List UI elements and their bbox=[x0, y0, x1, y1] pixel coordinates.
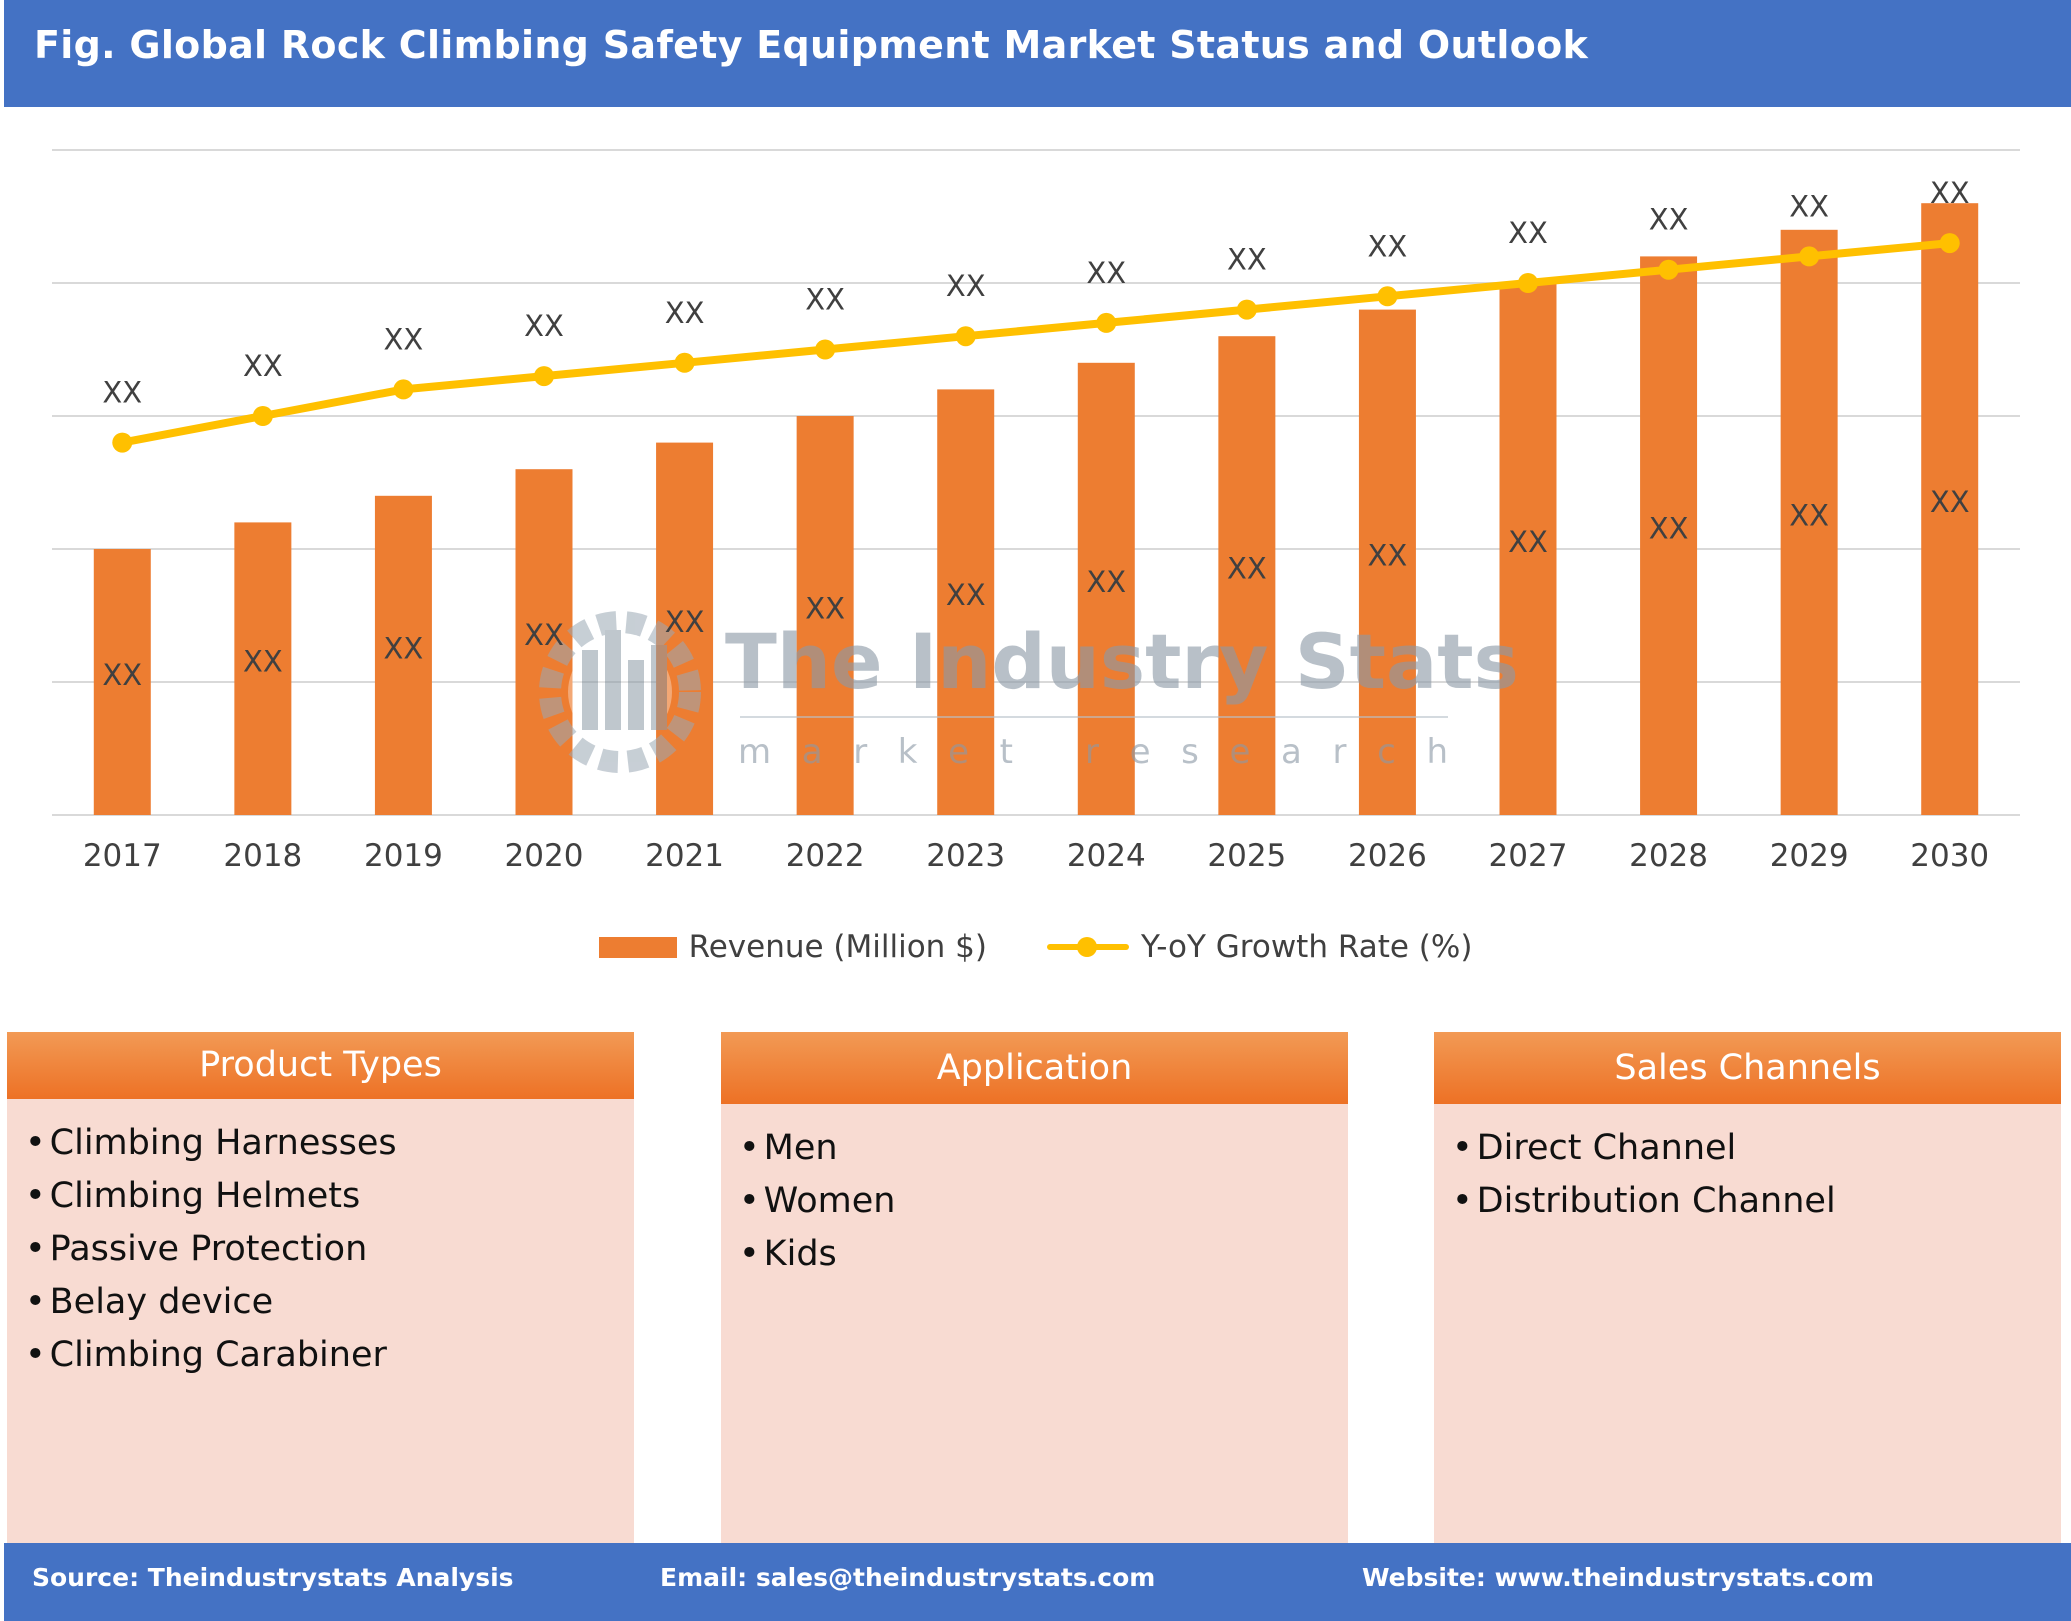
growth-rate-point bbox=[674, 352, 695, 373]
growth-rate-point bbox=[1377, 286, 1398, 307]
list-item: Climbing Harnesses bbox=[25, 1117, 634, 1170]
panel-list: Direct Channel Distribution Channel bbox=[1434, 1104, 2061, 1228]
panel-title: Application bbox=[721, 1032, 1348, 1104]
footer-email: Email: sales@theindustrystats.com bbox=[660, 1563, 1156, 1592]
x-tick-label: 2029 bbox=[1770, 838, 1849, 874]
revenue-data-label: XX bbox=[1930, 485, 1970, 519]
growth-rate-point bbox=[815, 339, 836, 360]
legend-item-growth: Y-oY Growth Rate (%) bbox=[1047, 929, 1472, 965]
growth-rate-point bbox=[1518, 273, 1538, 293]
growth-rate-data-label: XX bbox=[1368, 229, 1408, 263]
revenue-data-label: XX bbox=[1086, 565, 1126, 599]
x-tick-label: 2018 bbox=[223, 838, 302, 874]
revenue-data-label: XX bbox=[1227, 552, 1267, 586]
x-tick-label: 2020 bbox=[505, 838, 584, 874]
chart-title: Fig. Global Rock Climbing Safety Equipme… bbox=[34, 23, 1589, 67]
growth-rate-point bbox=[1096, 312, 1117, 333]
list-item: Climbing Carabiner bbox=[25, 1329, 634, 1382]
revenue-data-label: XX bbox=[1508, 525, 1548, 559]
panel-list: Climbing Harnesses Climbing Helmets Pass… bbox=[7, 1099, 634, 1382]
revenue-data-label: XX bbox=[102, 658, 142, 692]
x-tick-label: 2028 bbox=[1629, 838, 1708, 874]
list-item: Women bbox=[739, 1175, 1348, 1228]
footer-bar: Source: Theindustrystats Analysis Email:… bbox=[4, 1543, 2071, 1621]
growth-rate-point bbox=[955, 326, 976, 347]
legend-swatch-revenue bbox=[598, 936, 677, 958]
x-tick-label: 2025 bbox=[1207, 838, 1286, 874]
growth-rate-data-label: XX bbox=[1227, 243, 1267, 277]
growth-rate-point bbox=[112, 432, 133, 453]
panel-title: Product Types bbox=[7, 1032, 634, 1099]
title-bar: Fig. Global Rock Climbing Safety Equipme… bbox=[4, 0, 2071, 107]
panel-application: Application Men Women Kids bbox=[721, 1032, 1348, 1543]
footer-website: Website: www.theindustrystats.com bbox=[1362, 1563, 1875, 1592]
list-item: Belay device bbox=[25, 1276, 634, 1329]
growth-rate-point bbox=[1799, 246, 1820, 267]
list-item: Men bbox=[739, 1122, 1348, 1175]
x-axis-tick-labels: 2017 2018 2019 2020 2021 2022 2023 2024 2025 2026… bbox=[83, 838, 1989, 874]
growth-rate-data-label: XX bbox=[243, 349, 283, 383]
list-item: Passive Protection bbox=[25, 1223, 634, 1276]
growth-rate-point bbox=[1658, 259, 1679, 280]
list-item: Kids bbox=[739, 1228, 1348, 1281]
list-item: Direct Channel bbox=[1452, 1122, 2061, 1175]
legend-item-revenue: Revenue (Million $) bbox=[598, 929, 987, 965]
revenue-data-label: XX bbox=[665, 605, 705, 639]
panel-title: Sales Channels bbox=[1434, 1032, 2061, 1104]
x-tick-label: 2024 bbox=[1067, 838, 1146, 874]
growth-rate-point bbox=[1236, 299, 1257, 320]
growth-rate-data-label: XX bbox=[384, 322, 424, 356]
growth-rate-data-label: XX bbox=[665, 296, 705, 330]
list-item: Climbing Helmets bbox=[25, 1170, 634, 1223]
x-tick-label: 2027 bbox=[1489, 838, 1568, 874]
panel-sales-channels: Sales Channels Direct Channel Distributi… bbox=[1434, 1032, 2061, 1543]
x-tick-label: 2023 bbox=[926, 838, 1005, 874]
panel-product-types: Product Types Climbing Harnesses Climbin… bbox=[7, 1032, 634, 1543]
revenue-data-label: XX bbox=[524, 618, 564, 652]
chart-legend: Revenue (Million $) Y-oY Growth Rate (%) bbox=[0, 922, 2071, 972]
revenue-data-label: XX bbox=[384, 631, 424, 665]
footer-source: Source: Theindustrystats Analysis bbox=[32, 1563, 514, 1592]
legend-label-growth: Y-oY Growth Rate (%) bbox=[1141, 929, 1473, 965]
growth-rate-data-label: XX bbox=[102, 376, 142, 410]
watermark-name: The Industry Stats bbox=[725, 617, 1519, 706]
growth-rate-data-label: XX bbox=[1930, 176, 1970, 210]
revenue-data-label: XX bbox=[946, 578, 986, 612]
growth-rate-data-label: XX bbox=[1789, 189, 1829, 223]
growth-rate-point bbox=[534, 366, 554, 387]
panel-list: Men Women Kids bbox=[721, 1104, 1348, 1281]
revenue-data-label: XX bbox=[1368, 538, 1408, 572]
growth-rate-point bbox=[252, 406, 273, 426]
x-tick-label: 2017 bbox=[83, 838, 162, 874]
gridlines bbox=[52, 149, 2020, 816]
revenue-data-label: XX bbox=[1649, 512, 1689, 546]
x-tick-label: 2019 bbox=[364, 838, 443, 874]
growth-rate-data-label: XX bbox=[805, 283, 845, 317]
growth-rate-point bbox=[393, 379, 414, 400]
x-tick-label: 2022 bbox=[786, 838, 865, 874]
revenue-data-label: XX bbox=[805, 592, 845, 626]
legend-label-revenue: Revenue (Million $) bbox=[688, 929, 987, 965]
revenue-data-label: XX bbox=[1789, 498, 1829, 532]
growth-rate-data-label: XX bbox=[524, 309, 564, 343]
x-tick-label: 2030 bbox=[1910, 838, 1989, 874]
legend-swatch-growth bbox=[1047, 935, 1129, 959]
growth-rate-point bbox=[1939, 233, 1960, 254]
revenue-bars bbox=[93, 203, 1979, 816]
chart-area: The Industry Stats m a r k e t r e s e a… bbox=[52, 149, 2020, 874]
growth-rate-data-label: XX bbox=[1086, 256, 1126, 290]
x-tick-label: 2026 bbox=[1348, 838, 1427, 874]
x-tick-label: 2021 bbox=[645, 838, 724, 874]
revenue-data-label: XX bbox=[243, 645, 283, 679]
growth-rate-data-label: XX bbox=[1508, 216, 1548, 250]
list-item: Distribution Channel bbox=[1452, 1175, 2061, 1228]
growth-rate-data-label: XX bbox=[946, 269, 986, 303]
growth-rate-data-label: XX bbox=[1649, 203, 1689, 237]
